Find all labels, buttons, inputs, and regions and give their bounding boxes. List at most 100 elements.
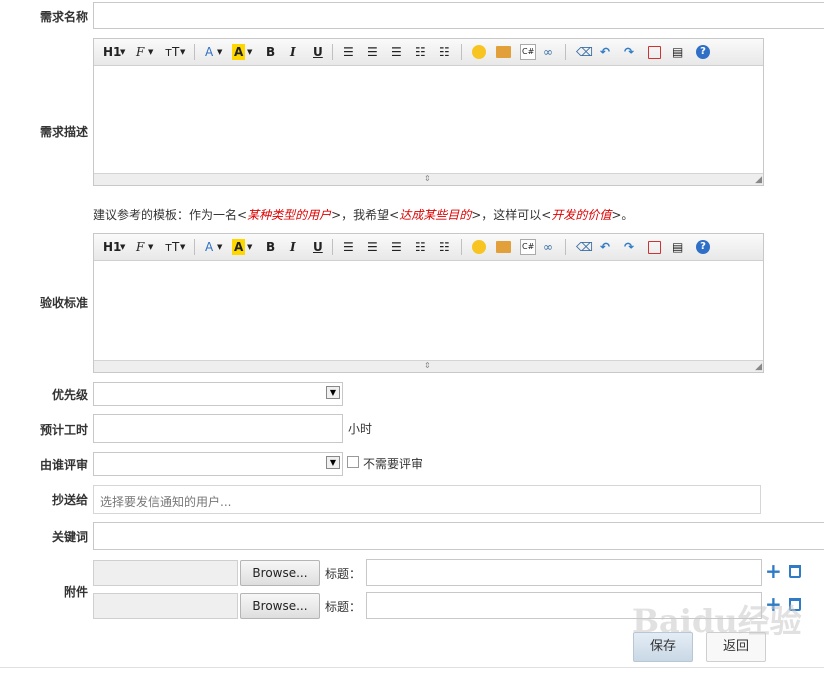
priority-select[interactable]: ▼: [93, 382, 343, 406]
unordered-list-icon[interactable]: ☷: [439, 239, 450, 255]
chevron-down-icon[interactable]: ▼: [326, 456, 340, 469]
template-hint: 建议参考的模板：作为一名<某种类型的用户>，我希望<达成某些目的>，这样可以<开…: [93, 208, 634, 222]
chevron-down-icon[interactable]: ▼: [326, 386, 340, 399]
backcolor-button[interactable]: A: [232, 44, 246, 60]
source-icon[interactable]: ▤: [672, 239, 683, 255]
fullscreen-icon[interactable]: [648, 46, 661, 59]
desc-label: 需求描述: [39, 125, 88, 139]
attachment-title-input[interactable]: [366, 559, 762, 586]
name-label: 需求名称: [39, 10, 88, 24]
accept-editor[interactable]: H1 ▼ F ▼ тT ▼ A ▼ A ▼ B I U ☰ ☰ ☰ ☷ ☷ C#…: [93, 233, 764, 373]
heading-button[interactable]: H1: [103, 44, 121, 60]
eraser-icon[interactable]: ⌫: [576, 239, 593, 255]
heading-dropdown-icon[interactable]: ▼: [120, 239, 125, 255]
browse-button[interactable]: Browse...: [240, 593, 320, 619]
toolbar-separator: [194, 44, 195, 60]
redo-icon[interactable]: ↷: [624, 239, 634, 255]
image-icon[interactable]: [496, 241, 511, 253]
toolbar-separator: [565, 44, 566, 60]
toolbar-separator: [461, 44, 462, 60]
forecolor-button[interactable]: A: [205, 239, 213, 255]
bold-button[interactable]: B: [266, 44, 275, 60]
cc-placeholder: 选择要发信通知的用户...: [100, 495, 232, 509]
ordered-list-icon[interactable]: ☷: [415, 239, 426, 255]
delete-attachment-icon[interactable]: [789, 565, 801, 578]
underline-button[interactable]: U: [313, 44, 323, 60]
underline-button[interactable]: U: [313, 239, 323, 255]
font-button[interactable]: F: [136, 44, 144, 60]
cc-input[interactable]: 选择要发信通知的用户...: [93, 485, 761, 514]
estimate-input[interactable]: [93, 414, 343, 443]
browse-button[interactable]: Browse...: [240, 560, 320, 586]
attachment-label: 附件: [63, 585, 88, 599]
toolbar-separator: [194, 239, 195, 255]
redo-icon[interactable]: ↷: [624, 44, 634, 60]
editor-statusbar: ⇕ ◢: [94, 173, 763, 185]
heading-button[interactable]: H1: [103, 239, 121, 255]
resize-corner-icon[interactable]: ◢: [755, 363, 762, 372]
size-button[interactable]: тT: [165, 239, 179, 255]
size-button[interactable]: тT: [165, 44, 179, 60]
size-dropdown-icon[interactable]: ▼: [180, 239, 185, 255]
undo-icon[interactable]: ↶: [600, 239, 610, 255]
emoticon-icon[interactable]: [472, 45, 486, 59]
resize-grip-icon[interactable]: ⇕: [424, 175, 431, 183]
undo-icon[interactable]: ↶: [600, 44, 610, 60]
priority-label: 优先级: [51, 388, 88, 402]
add-attachment-icon[interactable]: +: [765, 561, 782, 581]
image-icon[interactable]: [496, 46, 511, 58]
size-dropdown-icon[interactable]: ▼: [180, 44, 185, 60]
backcolor-button[interactable]: A: [232, 239, 246, 255]
file-path-field[interactable]: [93, 560, 238, 586]
cc-label: 抄送给: [51, 493, 88, 507]
italic-button[interactable]: I: [290, 239, 296, 255]
code-button[interactable]: C#: [520, 239, 537, 255]
estimate-label: 预计工时: [39, 423, 88, 437]
resize-corner-icon[interactable]: ◢: [755, 176, 762, 185]
forecolor-button[interactable]: A: [205, 44, 213, 60]
source-icon[interactable]: ▤: [672, 44, 683, 60]
attachment-title-label: 标题：: [325, 600, 362, 614]
editor-content[interactable]: [94, 261, 763, 360]
font-button[interactable]: F: [136, 239, 144, 255]
no-review-checkbox[interactable]: [347, 456, 359, 468]
divider: [0, 667, 824, 668]
editor-statusbar: ⇕ ◢: [94, 360, 763, 372]
help-icon[interactable]: ?: [696, 240, 710, 254]
code-button[interactable]: C#: [520, 44, 537, 60]
help-icon[interactable]: ?: [696, 45, 710, 59]
font-dropdown-icon[interactable]: ▼: [148, 239, 153, 255]
unordered-list-icon[interactable]: ☷: [439, 44, 450, 60]
attachment-title-label: 标题：: [325, 567, 362, 581]
forecolor-dropdown-icon[interactable]: ▼: [217, 239, 222, 255]
align-left-icon[interactable]: ☰: [343, 44, 354, 60]
align-left-icon[interactable]: ☰: [343, 239, 354, 255]
italic-button[interactable]: I: [290, 44, 296, 60]
reviewer-select[interactable]: ▼: [93, 452, 343, 476]
emoticon-icon[interactable]: [472, 240, 486, 254]
heading-dropdown-icon[interactable]: ▼: [120, 44, 125, 60]
eraser-icon[interactable]: ⌫: [576, 44, 593, 60]
bold-button[interactable]: B: [266, 239, 275, 255]
backcolor-dropdown-icon[interactable]: ▼: [247, 239, 252, 255]
link-icon[interactable]: ∞: [543, 44, 553, 60]
keywords-label: 关键词: [51, 530, 88, 544]
ordered-list-icon[interactable]: ☷: [415, 44, 426, 60]
file-path-field[interactable]: [93, 593, 238, 619]
name-input[interactable]: [93, 2, 824, 29]
no-review-label: 不需要评审: [363, 457, 424, 471]
desc-editor[interactable]: H1 ▼ F ▼ тT ▼ A ▼ A ▼ B I U ☰ ☰ ☰ ☷ ☷ C#…: [93, 38, 764, 186]
fullscreen-icon[interactable]: [648, 241, 661, 254]
keywords-input[interactable]: [93, 522, 824, 550]
align-right-icon[interactable]: ☰: [391, 44, 402, 60]
font-dropdown-icon[interactable]: ▼: [148, 44, 153, 60]
forecolor-dropdown-icon[interactable]: ▼: [217, 44, 222, 60]
link-icon[interactable]: ∞: [543, 239, 553, 255]
align-right-icon[interactable]: ☰: [391, 239, 402, 255]
align-center-icon[interactable]: ☰: [367, 239, 378, 255]
backcolor-dropdown-icon[interactable]: ▼: [247, 44, 252, 60]
resize-grip-icon[interactable]: ⇕: [424, 362, 431, 370]
align-center-icon[interactable]: ☰: [367, 44, 378, 60]
baidu-watermark: Baidu经验: [632, 602, 802, 640]
editor-content[interactable]: [94, 66, 763, 173]
